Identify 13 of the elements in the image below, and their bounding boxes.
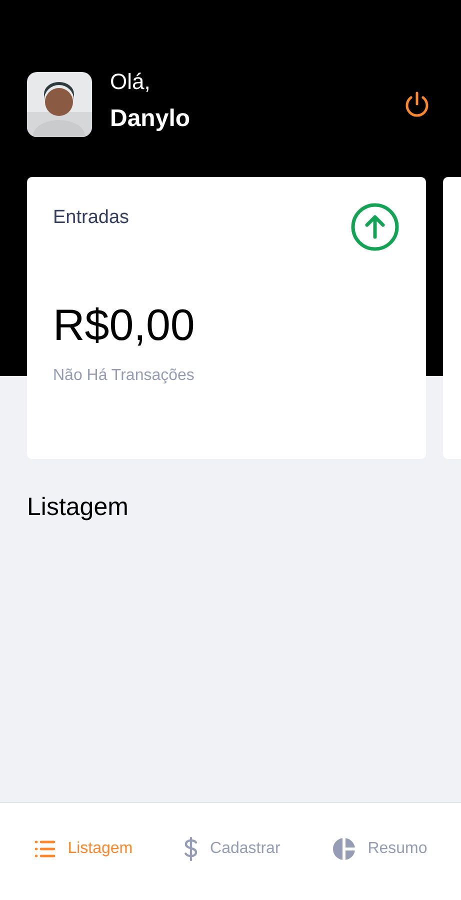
arrow-up-circle-icon <box>350 202 400 252</box>
dollar-icon <box>184 836 198 860</box>
card-title: Entradas <box>53 206 130 230</box>
section-title: Listagem <box>27 492 130 523</box>
nav-tab[interactable]: Resumo <box>332 836 428 860</box>
card-subtitle: Não Há Transações <box>53 366 196 386</box>
nav-tab[interactable]: Cadastrar <box>184 836 280 860</box>
pie-chart-icon <box>332 836 356 860</box>
nav-tab[interactable]: Listagem <box>34 836 133 860</box>
greeting: Olá, <box>110 68 152 96</box>
user-name: Danylo <box>110 104 190 134</box>
card-amount: R$0,00 <box>53 300 196 352</box>
list-icon <box>34 838 56 858</box>
